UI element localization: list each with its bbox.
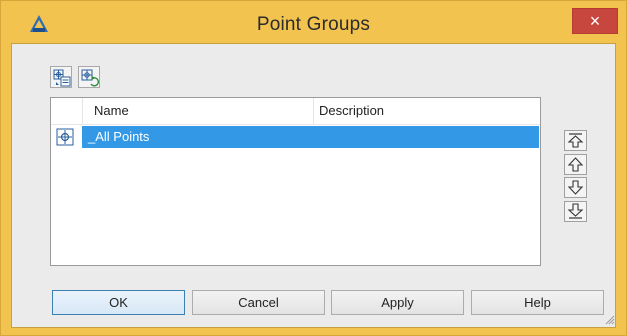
help-button[interactable]: Help — [471, 290, 604, 315]
update-point-groups-icon — [81, 69, 99, 87]
point-group-properties-icon — [53, 69, 71, 87]
list-row-selected[interactable]: _All Points — [52, 126, 539, 148]
row-name-cell: _All Points — [88, 129, 150, 144]
move-down-icon — [567, 180, 584, 195]
column-header-description[interactable]: Description — [319, 103, 384, 118]
point-group-icon — [56, 128, 74, 146]
resize-grip-icon[interactable] — [605, 315, 615, 325]
title-bar[interactable]: Point Groups × — [1, 1, 626, 41]
move-to-bottom-icon — [567, 203, 584, 219]
row-icon-cell — [52, 126, 82, 148]
ok-button[interactable]: OK — [52, 290, 185, 315]
dialog-body: Name Description _All Points OK Cancel A… — [11, 43, 616, 328]
column-header-name[interactable]: Name — [94, 103, 129, 118]
update-point-groups-button[interactable] — [78, 66, 100, 88]
column-divider[interactable] — [82, 98, 83, 124]
move-up-icon — [567, 157, 584, 172]
column-divider[interactable] — [313, 98, 314, 124]
move-to-bottom-button[interactable] — [564, 201, 587, 222]
window-title: Point Groups — [256, 14, 371, 35]
close-button[interactable]: × — [572, 8, 618, 34]
move-down-button[interactable] — [564, 177, 587, 198]
point-group-properties-button[interactable] — [50, 66, 72, 88]
list-header: Name Description — [51, 98, 540, 125]
apply-button[interactable]: Apply — [331, 290, 464, 315]
point-groups-list[interactable]: Name Description _All Points — [50, 97, 541, 266]
point-groups-dialog: Point Groups × Name Description _All Poi… — [0, 0, 627, 336]
move-up-button[interactable] — [564, 154, 587, 175]
move-to-top-button[interactable] — [564, 130, 587, 151]
cancel-button[interactable]: Cancel — [192, 290, 325, 315]
move-to-top-icon — [567, 133, 584, 148]
